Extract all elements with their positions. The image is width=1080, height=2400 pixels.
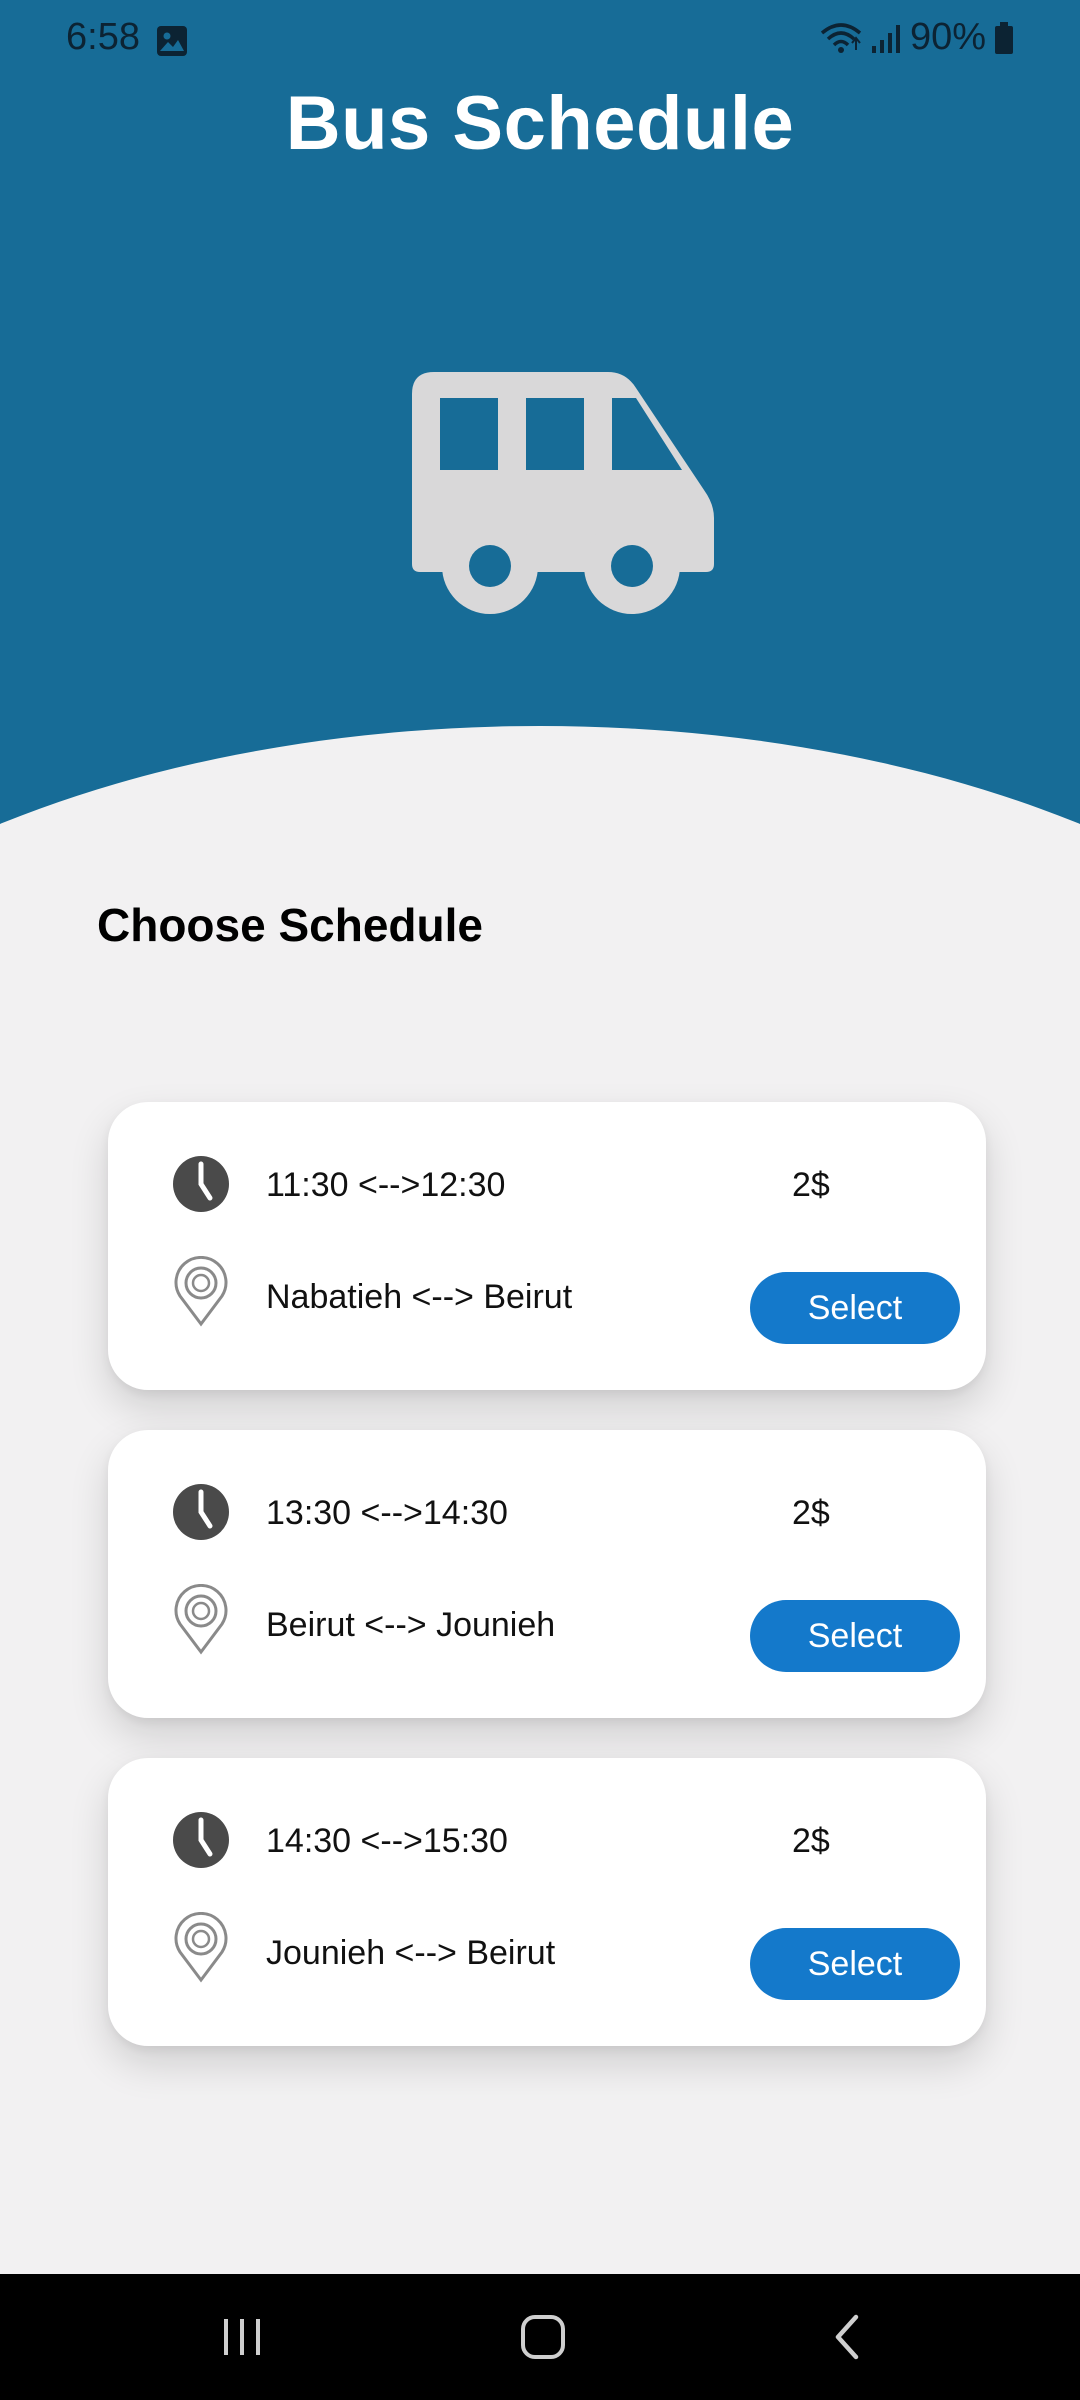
- app-title: Bus Schedule: [285, 81, 795, 166]
- location-pin-icon: [172, 1911, 230, 1984]
- schedule-time: 14:30 <-->15:30: [266, 1822, 508, 1860]
- location-pin-icon: [172, 1255, 230, 1328]
- schedule-time: 13:30 <-->14:30: [266, 1494, 508, 1532]
- schedule-route: Beirut <--> Jounieh: [266, 1606, 556, 1644]
- clock-icon: [172, 1810, 230, 1870]
- battery-icon: [994, 21, 1014, 55]
- schedule-card: 14:30 <-->15:30 2$ Jounieh <--> Beirut S…: [108, 1758, 986, 2046]
- home-icon[interactable]: [508, 2302, 578, 2372]
- select-button[interactable]: Select: [750, 1600, 960, 1672]
- navigation-bar: [0, 2274, 1080, 2400]
- schedule-price: 2$: [792, 1166, 830, 1204]
- status-bar: 6:58 90%: [0, 0, 1080, 78]
- location-pin-icon: [172, 1583, 230, 1656]
- wifi-icon: [820, 21, 862, 55]
- status-icons: 90%: [820, 16, 1014, 59]
- schedule-price: 2$: [792, 1822, 830, 1860]
- battery-label: 90%: [909, 16, 986, 58]
- schedule-route: Nabatieh <--> Beirut: [266, 1278, 573, 1316]
- clock-icon: [172, 1482, 230, 1542]
- signal-icon: [870, 22, 902, 54]
- status-time: 6:58: [66, 16, 140, 58]
- schedule-card: 11:30 <-->12:30 2$ Nabatieh <--> Beirut …: [108, 1102, 986, 1390]
- clock-icon: [172, 1154, 230, 1214]
- schedule-card: 13:30 <-->14:30 2$ Beirut <--> Jounieh S…: [108, 1430, 986, 1718]
- select-button[interactable]: Select: [750, 1272, 960, 1344]
- recent-apps-icon[interactable]: [207, 2302, 277, 2372]
- bus-icon: [412, 368, 714, 614]
- schedule-route: Jounieh <--> Beirut: [266, 1934, 556, 1972]
- screen: 6:58 90% Bus Schedule Choose Schedule 11…: [0, 0, 1080, 2400]
- schedule-time: 11:30 <-->12:30: [266, 1166, 506, 1204]
- back-icon[interactable]: [812, 2302, 882, 2372]
- select-button[interactable]: Select: [750, 1928, 960, 2000]
- schedule-price: 2$: [792, 1494, 830, 1532]
- photo-icon: [156, 24, 188, 56]
- section-title: Choose Schedule: [97, 899, 483, 951]
